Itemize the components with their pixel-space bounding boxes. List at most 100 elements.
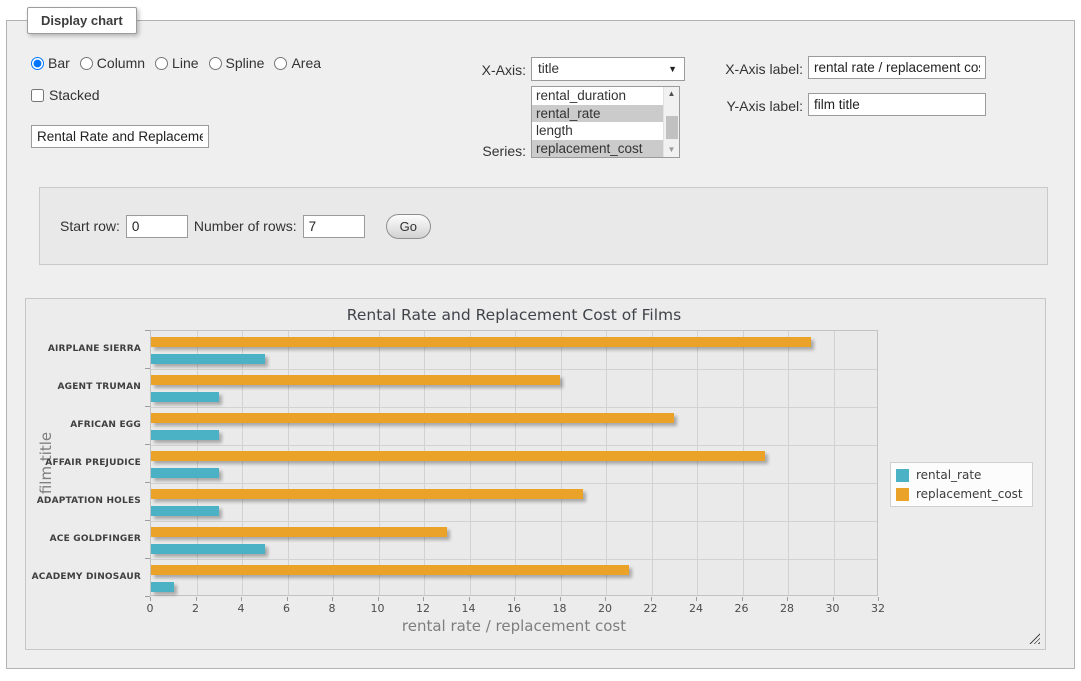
x-tick-label: 14: [449, 602, 489, 615]
bar-rental_rate: [151, 354, 265, 364]
x-tick-label: 12: [403, 602, 443, 615]
scrollbar-thumb[interactable]: [666, 116, 678, 138]
stacked-option: Stacked: [31, 87, 100, 103]
legend-label: replacement_cost: [916, 487, 1023, 501]
chart-type-line[interactable]: Line: [155, 55, 198, 71]
legend-item: replacement_cost: [896, 487, 1023, 501]
x-tick-mark: [332, 597, 333, 601]
bar-replacement_cost: [151, 375, 560, 385]
gridline-vertical: [561, 331, 562, 595]
x-tick-label: 4: [221, 602, 261, 615]
x-tick-label: 8: [312, 602, 352, 615]
gridline-horizontal: [151, 483, 877, 484]
x-tick-label: 30: [813, 602, 853, 615]
series-option-rental_duration[interactable]: rental_duration: [532, 87, 663, 105]
chart-type-bar[interactable]: Bar: [31, 55, 70, 71]
series-option-rental_rate[interactable]: rental_rate: [532, 105, 663, 123]
chart-type-radio-label: Column: [97, 55, 145, 71]
x-tick-mark: [833, 597, 834, 601]
y-tick-mark: [145, 444, 150, 445]
chart-type-radio-label: Spline: [226, 55, 265, 71]
series-multiselect[interactable]: rental_durationrental_ratelengthreplacem…: [531, 86, 680, 158]
stacked-checkbox[interactable]: [31, 89, 44, 102]
bar-replacement_cost: [151, 451, 765, 461]
bar-rental_rate: [151, 430, 219, 440]
legend-item: rental_rate: [896, 468, 1023, 482]
x-tick-label: 18: [540, 602, 580, 615]
chart-type-radio-label: Area: [291, 55, 321, 71]
x-tick-mark: [878, 597, 879, 601]
bar-rental_rate: [151, 544, 265, 554]
bar-rental_rate: [151, 582, 174, 592]
x-tick-label: 2: [176, 602, 216, 615]
y-tick-mark: [145, 520, 150, 521]
x-tick-label: 28: [767, 602, 807, 615]
x-axis-label-input[interactable]: [808, 56, 986, 79]
series-option-replacement_cost[interactable]: replacement_cost: [532, 140, 663, 158]
chart-type-area[interactable]: Area: [274, 55, 321, 71]
gridline-vertical: [197, 331, 198, 595]
chart-type-radio-line[interactable]: [155, 57, 168, 70]
x-tick-mark: [651, 597, 652, 601]
x-tick-mark: [742, 597, 743, 601]
chart-container: Rental Rate and Replacement Cost of Film…: [25, 298, 1046, 650]
x-axis-select-value: title: [538, 61, 559, 76]
scroll-up-icon[interactable]: ▲: [664, 87, 679, 101]
chart-type-radio-spline[interactable]: [209, 57, 222, 70]
x-tick-mark: [287, 597, 288, 601]
legend-label: rental_rate: [916, 468, 981, 482]
series-select-label: Series:: [424, 143, 526, 159]
x-tick-label: 24: [676, 602, 716, 615]
bar-rental_rate: [151, 392, 219, 402]
y-tick-mark: [145, 406, 150, 407]
x-tick-label: 26: [722, 602, 762, 615]
gridline-vertical: [379, 331, 380, 595]
gridline-vertical: [606, 331, 607, 595]
x-tick-mark: [423, 597, 424, 601]
bar-rental_rate: [151, 506, 219, 516]
chart-type-radio-area[interactable]: [274, 57, 287, 70]
x-tick-mark: [605, 597, 606, 601]
legend-swatch-replacement_cost: [896, 488, 909, 501]
bar-replacement_cost: [151, 337, 811, 347]
chart-title: Rental Rate and Replacement Cost of Film…: [150, 306, 878, 324]
chart-type-radio-label: Line: [172, 55, 198, 71]
chart-type-radio-column[interactable]: [80, 57, 93, 70]
bar-replacement_cost: [151, 489, 583, 499]
number-of-rows-input[interactable]: [303, 215, 365, 238]
gridline-vertical: [288, 331, 289, 595]
start-row-input[interactable]: [126, 215, 188, 238]
x-axis-select[interactable]: title ▼: [531, 57, 685, 81]
x-tick-label: 16: [494, 602, 534, 615]
series-options: rental_durationrental_ratelengthreplacem…: [532, 87, 663, 157]
number-of-rows-label: Number of rows:: [194, 218, 297, 234]
gridline-horizontal: [151, 559, 877, 560]
bar-rental_rate: [151, 468, 219, 478]
scroll-down-icon[interactable]: ▼: [664, 143, 679, 157]
x-tick-label: 32: [858, 602, 898, 615]
gridline-vertical: [788, 331, 789, 595]
category-label: ADAPTATION HOLES: [37, 482, 141, 520]
series-scrollbar[interactable]: ▲ ▼: [663, 87, 679, 157]
chart-x-axis-title: rental rate / replacement cost: [150, 617, 878, 635]
chart-type-column[interactable]: Column: [80, 55, 145, 71]
page: Display chart BarColumnLineSplineArea St…: [0, 0, 1081, 681]
go-button[interactable]: Go: [386, 214, 431, 239]
x-tick-mark: [787, 597, 788, 601]
category-label: ACADEMY DINOSAUR: [32, 558, 141, 596]
y-tick-mark: [145, 482, 150, 483]
stacked-label: Stacked: [49, 87, 100, 103]
x-tick-mark: [378, 597, 379, 601]
y-axis-label-input[interactable]: [808, 93, 986, 116]
y-tick-mark: [145, 368, 150, 369]
x-tick-label: 6: [267, 602, 307, 615]
chart-title-input[interactable]: [31, 125, 209, 148]
chart-type-spline[interactable]: Spline: [209, 55, 265, 71]
chart-type-radio-bar[interactable]: [31, 57, 44, 70]
x-tick-mark: [150, 597, 151, 601]
bar-replacement_cost: [151, 565, 629, 575]
resize-grip-icon[interactable]: [1029, 633, 1040, 644]
series-option-length[interactable]: length: [532, 122, 663, 140]
row-range-panel: Start row: Number of rows: Go: [39, 187, 1048, 265]
chart-plot-area: [150, 330, 878, 596]
